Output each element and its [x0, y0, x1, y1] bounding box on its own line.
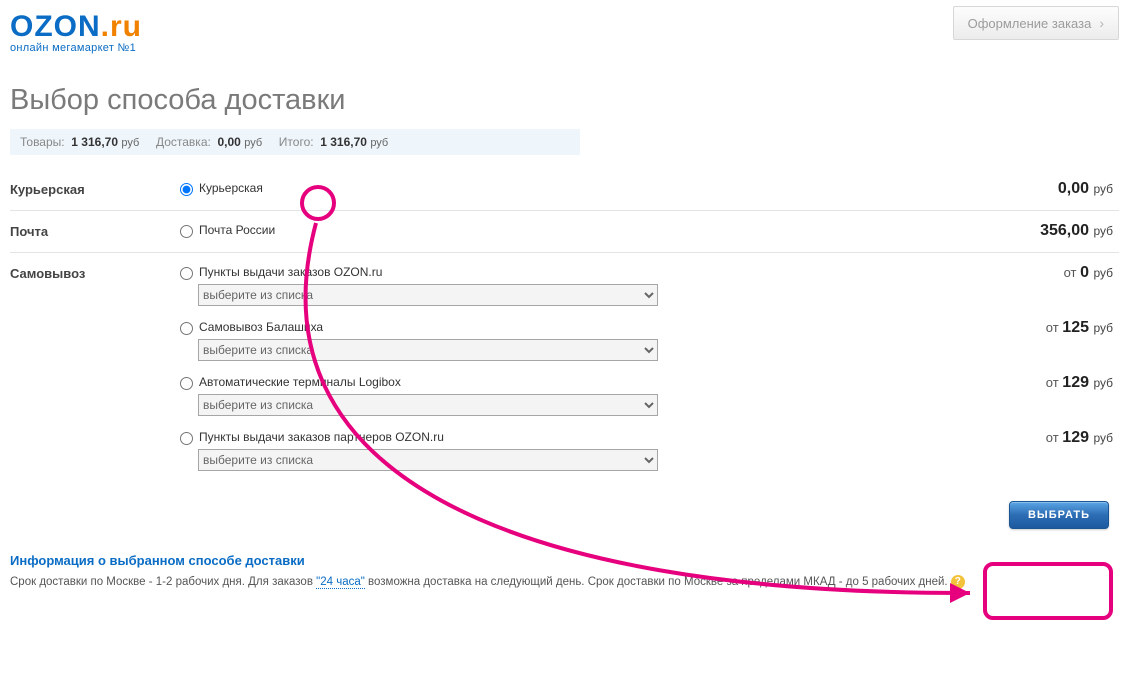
option-pickup-partners-name: Пункты выдачи заказов партнеров OZON.ru	[199, 430, 444, 444]
link-24hours[interactable]: "24 часа"	[316, 576, 365, 589]
option-post-price: 356,00 руб	[1040, 221, 1119, 240]
page-title: Выбор способа доставки	[10, 84, 1129, 117]
logo-tagline: онлайн мегамаркет №1	[10, 42, 142, 54]
select-pickup-logibox[interactable]: выберите из списка	[198, 394, 658, 416]
checkout-step-tab[interactable]: Оформление заказа ›	[953, 6, 1119, 40]
rub-label: руб	[244, 137, 262, 149]
summary-total-label: Итого:	[279, 135, 314, 149]
radio-pickup-partners[interactable]	[180, 432, 193, 445]
option-courier-name: Курьерская	[199, 181, 263, 195]
summary-delivery-label: Доставка:	[156, 135, 211, 149]
radio-post[interactable]	[180, 225, 193, 238]
summary-goods-label: Товары:	[20, 135, 65, 149]
radio-pickup-logibox[interactable]	[180, 377, 193, 390]
option-pickup-logibox[interactable]: Автоматические терминалы Logibox	[180, 373, 1046, 392]
order-summary: Товары: 1 316,70 руб Доставка: 0,00 руб …	[10, 129, 580, 155]
logo-text: OZON	[10, 10, 101, 43]
option-courier-price: 0,00 руб	[1058, 179, 1119, 198]
radio-courier[interactable]	[180, 183, 193, 196]
radio-pickup-balashikha[interactable]	[180, 322, 193, 335]
logo-domain: .ru	[101, 10, 142, 43]
option-pickup-partners[interactable]: Пункты выдачи заказов партнеров OZON.ru	[180, 428, 1046, 447]
info-title: Информация о выбранном способе доставки	[10, 553, 1119, 568]
select-pickup-ozon[interactable]: выберите из списка	[198, 284, 658, 306]
option-courier[interactable]: Курьерская	[180, 179, 1058, 198]
section-post-label: Почта	[10, 221, 180, 239]
option-pickup-logibox-name: Автоматические терминалы Logibox	[199, 375, 401, 389]
summary-goods-value: 1 316,70	[71, 135, 118, 149]
option-pickup-partners-price: от 129 руб	[1046, 428, 1119, 447]
select-pickup-partners[interactable]: выберите из списка	[198, 449, 658, 471]
step-label: Оформление заказа	[968, 16, 1092, 31]
option-post-name: Почта России	[199, 223, 275, 237]
section-post: Почта Почта России 356,00 руб	[10, 210, 1119, 252]
info-text: Срок доставки по Москве - 1-2 рабочих дн…	[10, 574, 1119, 591]
section-pickup: Самовывоз Пункты выдачи заказов OZON.ru …	[10, 252, 1119, 491]
option-pickup-ozon-name: Пункты выдачи заказов OZON.ru	[199, 265, 382, 279]
select-pickup-balashikha[interactable]: выберите из списка	[198, 339, 658, 361]
rub-label: руб	[370, 137, 388, 149]
section-pickup-label: Самовывоз	[10, 263, 180, 281]
rub-label: руб	[121, 137, 139, 149]
logo[interactable]: OZON.ru онлайн мегамаркет №1	[10, 6, 142, 64]
radio-pickup-ozon[interactable]	[180, 267, 193, 280]
select-button[interactable]: ВЫБРАТЬ	[1009, 501, 1109, 529]
summary-delivery-value: 0,00	[218, 135, 241, 149]
option-post[interactable]: Почта России	[180, 221, 1040, 240]
chevron-right-icon: ›	[1099, 15, 1104, 31]
option-pickup-ozon-price: от 0 руб	[1064, 263, 1119, 282]
summary-total-value: 1 316,70	[320, 135, 367, 149]
option-pickup-logibox-price: от 129 руб	[1046, 373, 1119, 392]
option-pickup-balashikha[interactable]: Самовывоз Балашиха	[180, 318, 1046, 337]
option-pickup-ozon[interactable]: Пункты выдачи заказов OZON.ru	[180, 263, 1064, 282]
option-pickup-balashikha-name: Самовывоз Балашиха	[199, 320, 323, 334]
option-pickup-balashikha-price: от 125 руб	[1046, 318, 1119, 337]
section-courier-label: Курьерская	[10, 179, 180, 197]
section-courier: Курьерская Курьерская 0,00 руб	[10, 169, 1119, 210]
help-icon[interactable]: ?	[951, 575, 965, 589]
